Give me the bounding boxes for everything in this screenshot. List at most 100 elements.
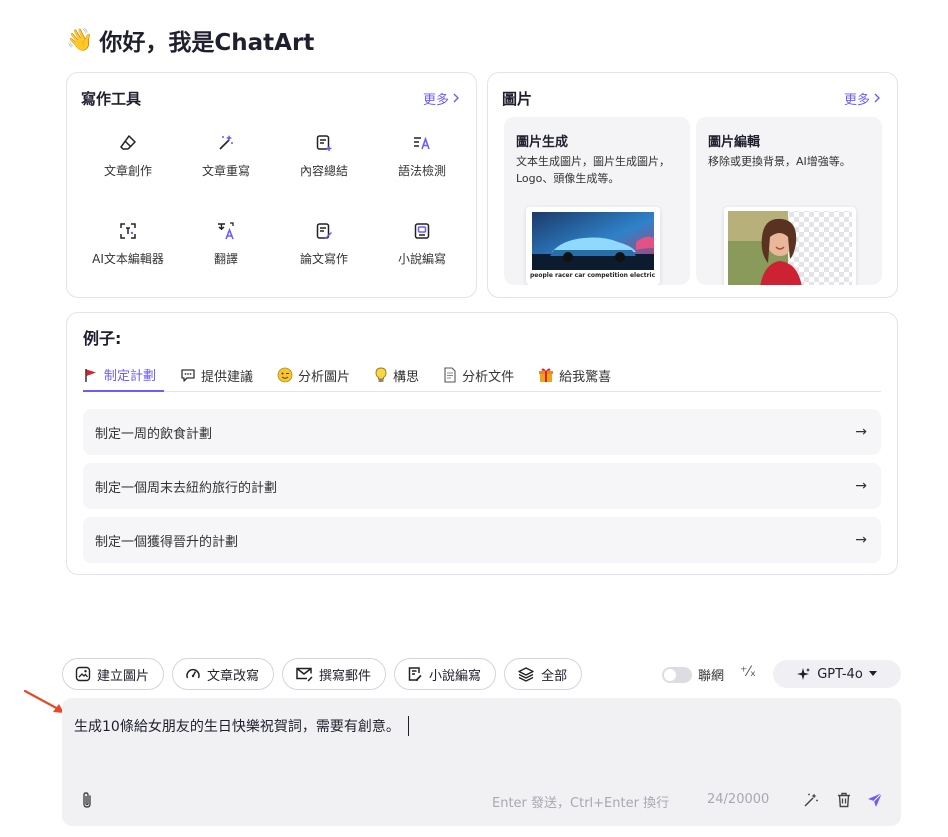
more-label: 更多 xyxy=(422,92,449,108)
speedometer-icon xyxy=(186,668,200,679)
example-text: 制定一周的飲食計劃 xyxy=(95,426,213,442)
message-input[interactable]: 生成10條給女朋友的生日快樂祝賀詞，需要有創意。 xyxy=(74,716,409,736)
tool-article-rewrite[interactable]: 文章重寫 xyxy=(177,125,275,213)
tab-label: 給我驚喜 xyxy=(559,369,612,385)
tool-label: 論文寫作 xyxy=(299,252,348,266)
tool-novel-writing[interactable]: 小說編寫 xyxy=(373,213,471,301)
example-row[interactable]: 制定一個周末去紐約旅行的計劃 → xyxy=(83,463,881,509)
tool-label: 小說編寫 xyxy=(397,252,446,266)
chip-label: 撰寫郵件 xyxy=(319,668,372,684)
tile-title: 圖片編輯 xyxy=(708,135,761,150)
translate-icon xyxy=(214,219,238,243)
images-card: 圖片 更多 圖片生成 文本生成圖片，圖片生成圖片，Logo、頭像生成等。 peo… xyxy=(487,72,898,298)
tool-article-creation[interactable]: 文章創作 xyxy=(79,125,177,213)
tool-label: 翻譯 xyxy=(213,252,238,266)
paper-pen-icon xyxy=(312,219,336,243)
message-text: 生成10條給女朋友的生日快樂祝賀詞，需要有創意。 xyxy=(74,719,400,735)
tab-analyze-document[interactable]: 分析文件 xyxy=(435,359,522,391)
document-summary-icon xyxy=(312,131,336,155)
grammar-check-icon xyxy=(410,131,434,155)
layers-icon xyxy=(518,667,534,682)
tool-grammar-check[interactable]: 語法檢測 xyxy=(373,125,471,213)
chip-label: 建立圖片 xyxy=(97,668,150,684)
tool-label: 語法檢測 xyxy=(397,164,446,178)
more-label: 更多 xyxy=(843,92,870,108)
tab-label: 分析圖片 xyxy=(298,369,351,385)
prompt-variable-icon[interactable]: ⁺⁄ₓ xyxy=(740,664,756,680)
toggle-knob xyxy=(664,668,676,681)
example-row[interactable]: 制定一個獲得晉升的計劃 → xyxy=(83,517,881,563)
tab-label: 分析文件 xyxy=(462,369,515,385)
model-selector[interactable]: GPT-4o xyxy=(773,660,901,688)
tool-label: AI文本編輯器 xyxy=(92,252,164,266)
tool-label: 文章重寫 xyxy=(201,164,250,178)
quick-action-chips: 建立圖片 文章改寫 撰寫郵件 小說編寫 全部 xyxy=(62,658,583,690)
portrait-image xyxy=(728,211,852,285)
emoji-icon xyxy=(277,367,293,383)
tile-description: 文本生成圖片，圖片生成圖片，Logo、頭像生成等。 xyxy=(516,155,670,185)
tool-ai-text-editor[interactable]: AI文本編輯器 xyxy=(79,213,177,301)
write-email-chip[interactable]: 撰寫郵件 xyxy=(282,658,387,690)
car-caption: people racer car competition electric ca… xyxy=(530,272,656,279)
chevron-right-icon xyxy=(453,93,459,103)
lightbulb-icon xyxy=(375,367,387,382)
tab-label: 提供建議 xyxy=(201,369,254,385)
tab-make-plan[interactable]: 制定計劃 xyxy=(83,359,165,392)
rewrite-article-chip[interactable]: 文章改寫 xyxy=(172,658,275,690)
model-name: GPT-4o xyxy=(817,666,863,682)
image-generation-tile[interactable]: 圖片生成 文本生成圖片，圖片生成圖片，Logo、頭像生成等。 people ra… xyxy=(504,117,690,285)
tab-give-advice[interactable]: 提供建議 xyxy=(172,359,261,391)
tool-label: 文章創作 xyxy=(103,164,152,178)
example-row[interactable]: 制定一周的飲食計劃 → xyxy=(83,409,881,455)
tool-label: 內容總結 xyxy=(299,164,348,178)
tab-analyze-image[interactable]: 分析圖片 xyxy=(269,359,358,391)
examples-title: 例子: xyxy=(83,329,122,348)
paperclip-icon[interactable] xyxy=(78,791,96,809)
racing-car-image xyxy=(532,212,654,270)
writing-tools-more-link[interactable]: 更多 xyxy=(423,89,460,108)
eraser-pen-icon xyxy=(116,131,140,155)
ai-text-editor-icon xyxy=(116,219,140,243)
caret-down-icon xyxy=(868,671,877,676)
send-icon[interactable] xyxy=(866,791,884,809)
image-icon xyxy=(75,666,91,682)
trash-icon[interactable] xyxy=(835,791,853,809)
novel-writing-chip[interactable]: 小說編寫 xyxy=(394,658,497,690)
images-more-link[interactable]: 更多 xyxy=(844,89,881,108)
web-search-toggle[interactable] xyxy=(662,666,692,683)
tool-paper-writing[interactable]: 論文寫作 xyxy=(275,213,373,301)
page-title: 👋 你好，我是ChatArt xyxy=(66,24,315,57)
gift-icon xyxy=(539,368,554,382)
arrow-right-icon: → xyxy=(855,424,867,440)
tool-translate[interactable]: 翻譯 xyxy=(177,213,275,301)
create-image-chip[interactable]: 建立圖片 xyxy=(62,658,165,690)
example-text: 制定一個獲得晉升的計劃 xyxy=(95,534,239,550)
document-icon xyxy=(444,367,456,383)
greeting-text: 你好，我是ChatArt xyxy=(99,30,315,56)
mail-icon xyxy=(296,667,313,682)
novel-edit-icon xyxy=(408,667,422,682)
tab-surprise-me[interactable]: 給我驚喜 xyxy=(530,359,619,391)
chip-label: 全部 xyxy=(541,668,568,684)
tab-brainstorm[interactable]: 構思 xyxy=(366,359,427,391)
arrow-right-icon: → xyxy=(855,478,867,494)
chat-bubble-icon xyxy=(181,369,195,382)
writing-tools-title: 寫作工具 xyxy=(81,89,142,108)
image-editing-tile[interactable]: 圖片編輯 移除或更換背景，AI增強等。 xyxy=(696,117,882,285)
waving-hand-icon: 👋 xyxy=(66,27,94,53)
all-tools-chip[interactable]: 全部 xyxy=(504,658,583,690)
arrow-right-icon: → xyxy=(855,532,867,548)
writing-tools-card: 寫作工具 更多 文章創作 文章重寫 內容總結 語法檢測 AI文本編輯器 翻譯 論… xyxy=(66,72,477,298)
example-tabs: 制定計劃 提供建議 分析圖片 構思 分析文件 給我驚喜 xyxy=(83,359,881,392)
send-hint: Enter 發送，Ctrl+Enter 換行 xyxy=(492,796,670,811)
images-title: 圖片 xyxy=(502,89,533,108)
web-search-toggle-group: 聯網 xyxy=(662,665,724,684)
magic-wand-icon xyxy=(214,131,238,155)
message-composer[interactable]: 生成10條給女朋友的生日快樂祝賀詞，需要有創意。 Enter 發送，Ctrl+E… xyxy=(62,698,901,826)
character-count: 24/20000 xyxy=(707,792,770,807)
example-text: 制定一個周末去紐約旅行的計劃 xyxy=(95,480,278,496)
generated-car-preview: people racer car competition electric ca… xyxy=(526,207,660,285)
sparkle-icon xyxy=(797,668,811,680)
magic-wand-icon[interactable] xyxy=(802,791,820,809)
tool-content-summary[interactable]: 內容總結 xyxy=(275,125,373,213)
